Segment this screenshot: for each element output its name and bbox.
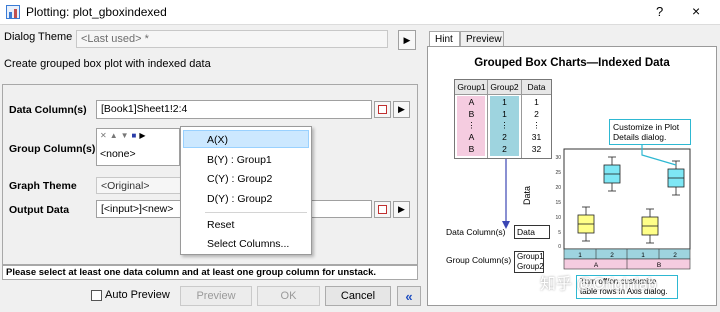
table-row: ⋮ <box>467 120 476 130</box>
tab-hint[interactable]: Hint <box>429 31 460 47</box>
status-message: Please select at least one data column a… <box>2 265 418 280</box>
table-header-group1: Group1 <box>457 82 486 92</box>
play-arrow-icon: ▶ <box>398 204 405 214</box>
x-label-group2: 2 <box>673 252 677 259</box>
x-label-group2: 1 <box>641 252 645 259</box>
x-label-group2: 2 <box>610 252 614 259</box>
table-cell: 1 <box>502 97 507 107</box>
hint-data-column-box: Data <box>514 225 550 239</box>
column-select-icon <box>378 205 387 214</box>
data-columns-menu-button[interactable]: ▶ <box>393 101 410 118</box>
graph-theme-field[interactable]: <Original> <box>96 177 182 194</box>
app-icon <box>6 5 20 19</box>
y-tick-label: 20 <box>555 185 561 191</box>
menu-item-select-columns[interactable]: Select Columns... <box>207 238 289 250</box>
dialog-theme-menu-button[interactable]: ▶ <box>398 30 416 50</box>
table-cell: 1 <box>534 97 539 107</box>
y-tick-label: 30 <box>555 155 561 161</box>
menu-separator <box>205 212 307 213</box>
close-button[interactable]: × <box>692 3 700 19</box>
hint-panel: Grouped Box Charts—Indexed Data Group1 G… <box>427 46 717 306</box>
window-title: Plotting: plot_gboxindexed <box>26 5 167 19</box>
help-button[interactable]: ? <box>656 4 663 19</box>
y-tick-label: 25 <box>555 170 561 176</box>
table-row: B <box>468 144 475 154</box>
table-header-group2: Group2 <box>490 82 519 92</box>
hint-group-column-value: Group1 <box>517 252 544 261</box>
menu-item-a[interactable]: A(X) <box>207 134 228 146</box>
y-tick-label: 15 <box>555 200 561 206</box>
preview-button[interactable]: Preview <box>180 286 252 306</box>
ok-button[interactable]: OK <box>257 286 320 306</box>
output-data-menu-button[interactable]: ▶ <box>393 201 410 218</box>
table-cell: 2 <box>534 109 539 119</box>
group-columns-list[interactable]: ✕▲▼■▶ <none> <box>96 128 180 166</box>
auto-preview-checkbox[interactable] <box>91 290 102 301</box>
table-cell: ⋮ <box>500 120 509 130</box>
table-cell: ⋮ <box>532 120 541 130</box>
dialog-theme-label: Dialog Theme <box>4 31 73 43</box>
move-down-icon[interactable]: ▼ <box>121 131 132 140</box>
x-label-group2: 1 <box>578 252 582 259</box>
collapse-button[interactable]: « <box>397 286 421 306</box>
menu-highlight <box>183 130 309 148</box>
data-columns-label: Data Column(s) <box>9 104 87 116</box>
play-arrow-icon[interactable]: ▶ <box>139 131 148 140</box>
x-label-group1: A <box>594 262 599 269</box>
table-cell: 31 <box>531 132 542 142</box>
callout-plot-details: Customize in Plot Details dialog. <box>609 119 691 145</box>
move-up-icon[interactable]: ▲ <box>110 131 121 140</box>
output-data-select-button[interactable] <box>374 201 391 218</box>
y-tick-label: 5 <box>558 230 561 236</box>
play-arrow-icon: ▶ <box>403 34 411 45</box>
y-axis-label: Data <box>522 186 532 205</box>
menu-item-d[interactable]: D(Y) : Group2 <box>207 193 272 205</box>
graph-theme-label: Graph Theme <box>9 180 77 192</box>
table-row: A <box>468 132 475 142</box>
hint-group-column-label: Group Column(s) <box>446 255 512 265</box>
data-columns-input[interactable]: [Book1]Sheet1!2:4 <box>96 100 372 119</box>
output-data-label: Output Data <box>9 204 70 216</box>
tab-preview[interactable]: Preview <box>460 31 504 47</box>
x-label-group1: B <box>657 262 661 269</box>
watermark: 知乎 @Originlab <box>540 276 657 293</box>
auto-preview-label: Auto Preview <box>105 289 170 301</box>
context-menu: A(X) B(Y) : Group1 C(Y) : Group2 D(Y) : … <box>180 126 312 255</box>
data-arrow <box>502 159 510 229</box>
column-select-icon <box>378 105 387 114</box>
table-row: A <box>468 97 475 107</box>
play-arrow-icon: ▶ <box>398 104 405 114</box>
dialog-theme-field[interactable]: <Last used> * <box>76 30 388 48</box>
hint-group-column-value: Group2 <box>517 262 544 271</box>
data-columns-select-button[interactable] <box>374 101 391 118</box>
y-tick-label: 10 <box>555 215 561 221</box>
y-tick-label: 0 <box>558 244 561 250</box>
table-cell: 2 <box>502 132 507 142</box>
hint-data-column-label: Data Column(s) <box>446 227 506 237</box>
group-columns-label: Group Column(s) <box>9 143 96 155</box>
menu-item-c[interactable]: C(Y) : Group2 <box>207 173 272 185</box>
group-columns-value: <none> <box>100 148 136 160</box>
description-text: Create grouped box plot with indexed dat… <box>4 58 211 70</box>
table-cell: 1 <box>502 109 507 119</box>
hint-title: Grouped Box Charts—Indexed Data <box>474 57 670 69</box>
table-header-data: Data <box>527 82 546 92</box>
table-row: B <box>468 109 475 119</box>
remove-icon[interactable]: ✕ <box>100 131 110 140</box>
cancel-button[interactable]: Cancel <box>325 286 391 306</box>
table-cell: 2 <box>502 144 507 154</box>
menu-item-b[interactable]: B(Y) : Group1 <box>207 154 272 166</box>
menu-item-reset[interactable]: Reset <box>207 219 234 231</box>
